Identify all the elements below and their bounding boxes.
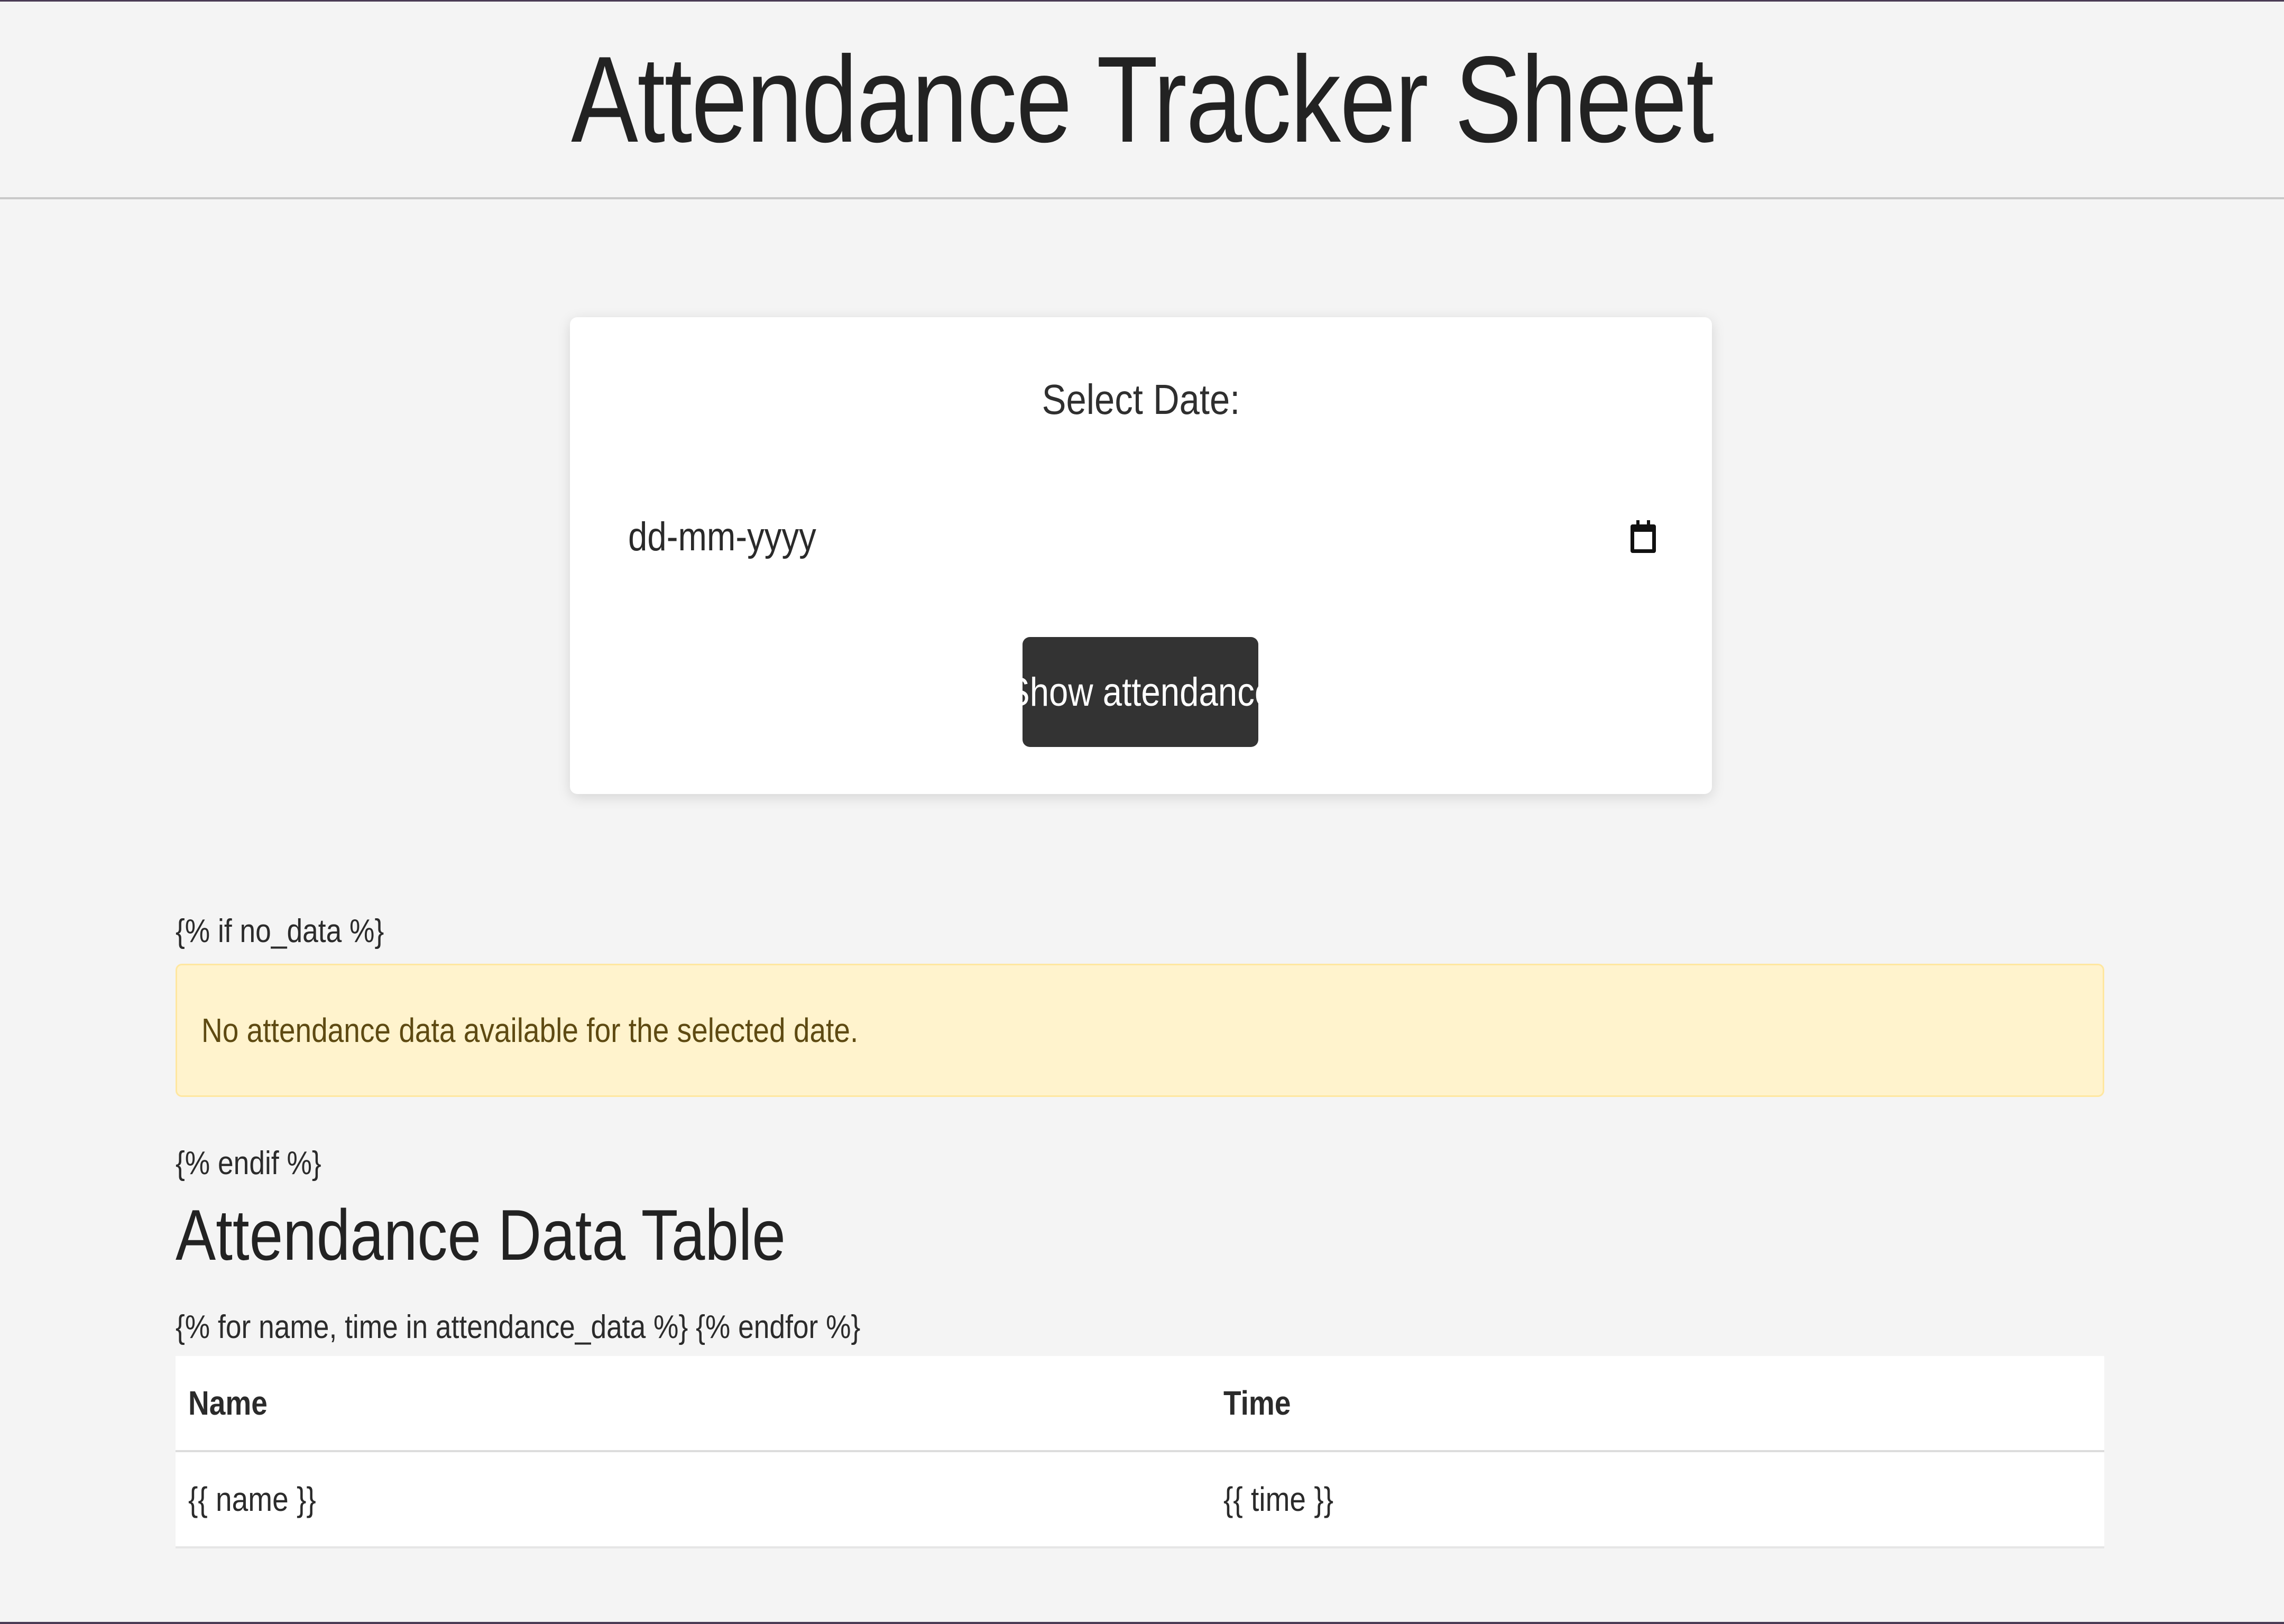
column-header-name: Name <box>176 1356 1211 1452</box>
no-data-alert: No attendance data available for the sel… <box>176 964 2104 1097</box>
calendar-icon[interactable] <box>1631 520 1656 553</box>
table-cell-time: {{ time }} <box>1211 1451 2104 1548</box>
column-header-time: Time <box>1211 1356 2104 1452</box>
template-endif: {% endif %} <box>176 1145 321 1182</box>
table-header-row: Name Time <box>176 1356 2104 1452</box>
template-if-no-data: {% if no_data %} <box>176 913 384 949</box>
date-label: Select Date: <box>1042 376 1240 423</box>
date-form-card: Select Date: dd-mm-yyyy Show attendance <box>570 317 1712 794</box>
no-data-alert-message: No attendance data available for the sel… <box>201 1011 859 1049</box>
page-title: Attendance Tracker Sheet <box>570 31 1714 168</box>
date-input-placeholder: dd-mm-yyyy <box>628 514 816 559</box>
attendance-table: Name Time {{ name }} {{ time }} <box>176 1356 2104 1548</box>
show-attendance-button[interactable]: Show attendance <box>1007 637 1274 747</box>
table-cell-name: {{ name }} <box>176 1451 1211 1548</box>
template-for-loop: {% for name, time in attendance_data %} … <box>176 1309 861 1345</box>
bottom-border <box>0 1622 2284 1624</box>
page-header: Attendance Tracker Sheet <box>0 2 2284 199</box>
table-title: Attendance Data Table <box>176 1195 786 1275</box>
date-input[interactable]: dd-mm-yyyy <box>628 502 1656 571</box>
show-attendance-label: Show attendance <box>1007 669 1274 715</box>
table-row: {{ name }} {{ time }} <box>176 1451 2104 1548</box>
